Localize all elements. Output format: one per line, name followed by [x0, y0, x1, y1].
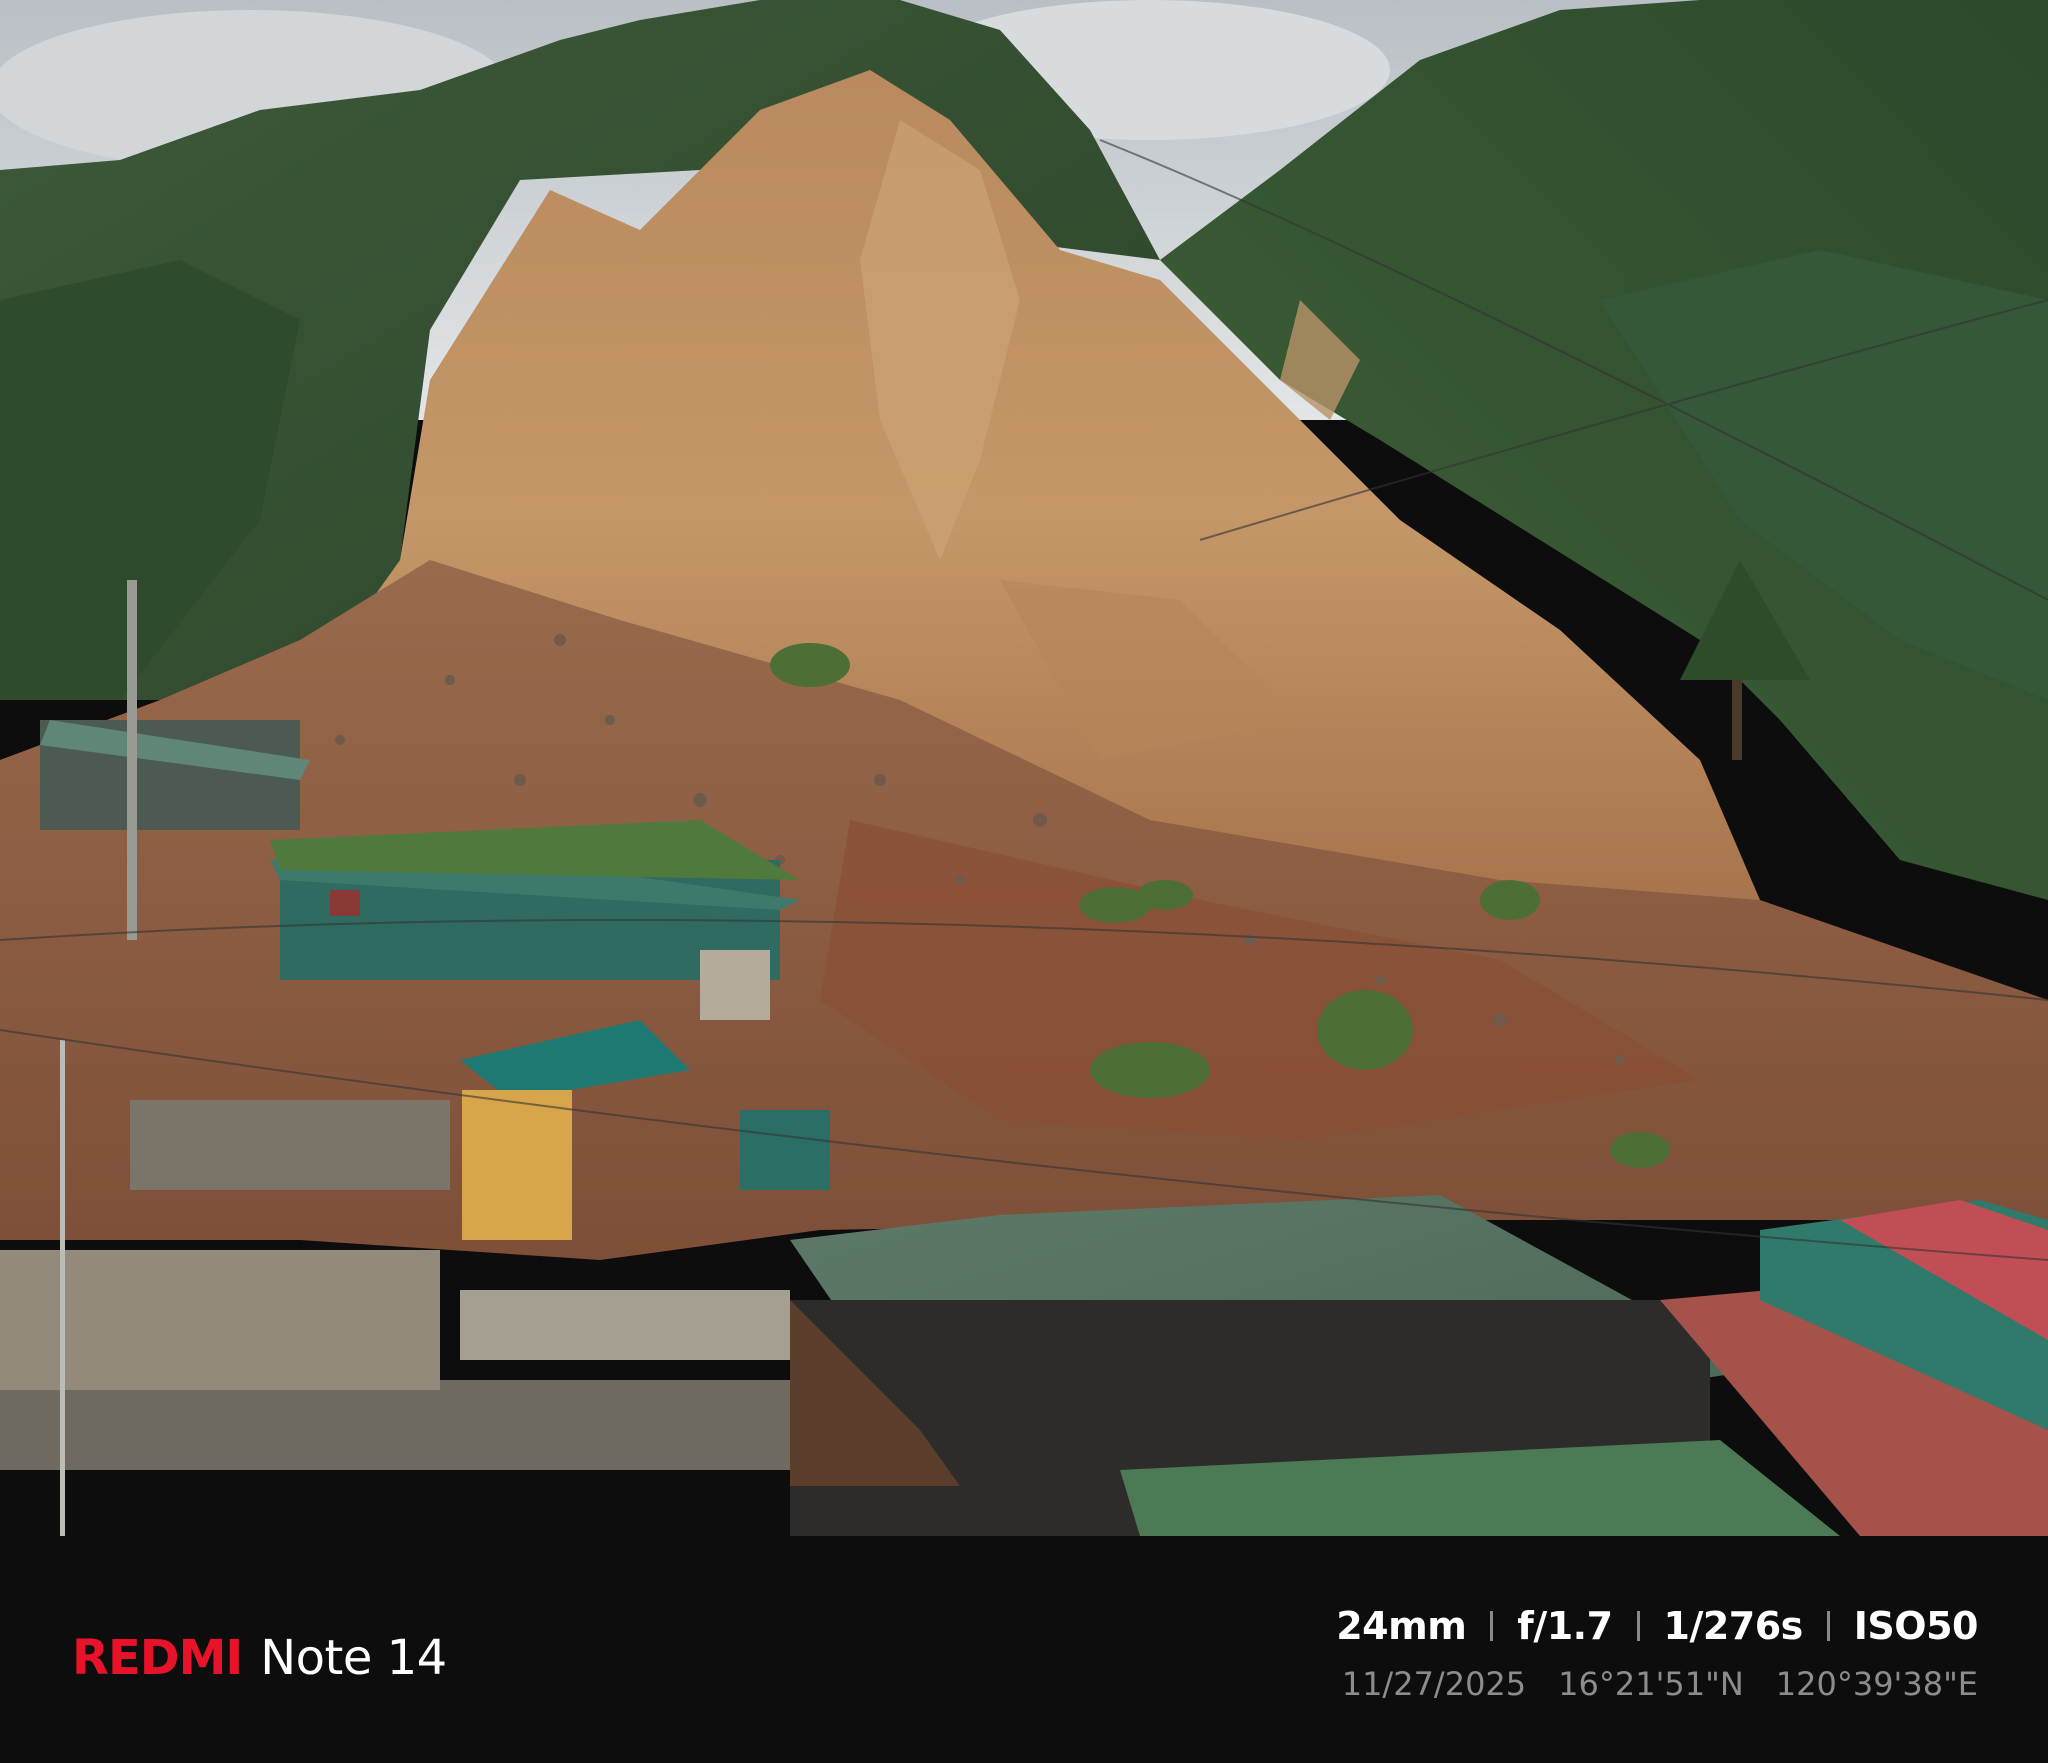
- gps-latitude: 16°21'51"N: [1558, 1665, 1744, 1703]
- yellow-tarp: [462, 1090, 572, 1240]
- device-model: Note 14: [260, 1630, 447, 1686]
- cinderblock-wall: [700, 950, 770, 1020]
- small-teal-sheet: [740, 1110, 830, 1190]
- separator: [1636, 1611, 1640, 1641]
- stone-wall-upper: [130, 1100, 450, 1190]
- landslide-scene: [0, 0, 2048, 1536]
- pine-trunk: [1732, 680, 1742, 760]
- capture-meta: 11/27/2025 16°21'51"N 120°39'38"E: [1342, 1662, 1978, 1706]
- exif-info: 24mm f/1.7 1/276s ISO50: [1336, 1602, 1978, 1650]
- separator: [1490, 1611, 1494, 1641]
- redmi-logo: REDMI: [72, 1630, 243, 1686]
- shutter-speed: 1/276s: [1663, 1604, 1804, 1648]
- stone-wall-lower: [0, 1380, 800, 1470]
- camera-watermark-bar: REDMI Note 14 24mm f/1.7 1/276s ISO50 11…: [0, 1536, 2048, 1763]
- separator: [1826, 1611, 1830, 1641]
- concrete-path: [460, 1290, 790, 1360]
- iso: ISO50: [1853, 1604, 1979, 1648]
- power-pole: [127, 580, 137, 940]
- device-brand: REDMI Note 14: [72, 1628, 447, 1688]
- focal-length: 24mm: [1336, 1604, 1467, 1648]
- aperture: f/1.7: [1517, 1604, 1613, 1648]
- window: [330, 890, 360, 916]
- power-pole-thin: [60, 1040, 65, 1536]
- rubble-left: [0, 1250, 440, 1390]
- gps-longitude: 120°39'38"E: [1775, 1665, 1978, 1703]
- landslide-photo: [0, 0, 2048, 1536]
- capture-date: 11/27/2025: [1341, 1665, 1527, 1703]
